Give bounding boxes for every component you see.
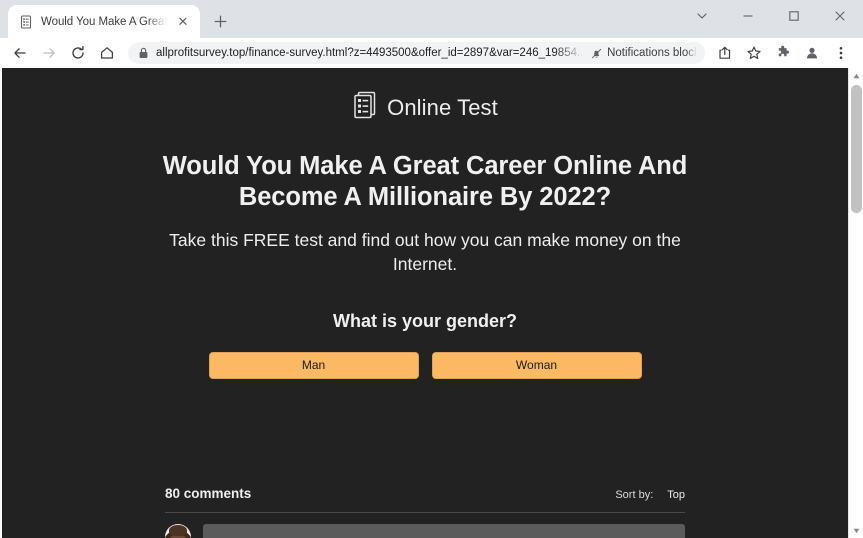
profile-button[interactable] [798, 39, 826, 67]
answer-button-woman[interactable]: Woman [431, 351, 642, 379]
site-brand: Online Test [149, 90, 702, 125]
answer-button-man[interactable]: Man [208, 351, 419, 379]
comments-section: 80 comments Sort by: Top [165, 486, 685, 538]
page-title: Would You Make A Great Career Online And… [162, 152, 688, 212]
browser-toolbar: allprofitsurvey.top/finance-survey.html?… [0, 38, 863, 68]
comments-header: 80 comments Sort by: Top [165, 486, 685, 512]
new-tab-button[interactable] [206, 7, 234, 35]
clipboard-checklist-icon [352, 90, 378, 125]
page-subtitle: Take this FREE test and find out how you… [169, 230, 681, 275]
url-text: allprofitsurvey.top/finance-survey.html?… [156, 47, 584, 59]
comments-sort[interactable]: Sort by: Top [615, 489, 685, 501]
three-dot-menu-icon [839, 46, 843, 60]
share-icon [719, 46, 731, 59]
reload-icon [72, 45, 84, 59]
back-button[interactable] [6, 39, 34, 67]
survey-answers: Man Woman [149, 351, 702, 379]
document-favicon [18, 14, 34, 30]
page-scrollbar[interactable] [848, 68, 863, 538]
bookmark-button[interactable] [740, 39, 768, 67]
comment-input[interactable] [203, 523, 685, 538]
close-icon[interactable]: ✕ [174, 13, 192, 31]
user-photo-avatar [165, 523, 191, 538]
forward-button[interactable] [35, 39, 63, 67]
tab-strip: Would You Make A Great Career ✕ [0, 0, 863, 38]
minimize-icon [743, 15, 753, 17]
minimize-button[interactable] [725, 0, 771, 32]
survey-page: Online Test Would You Make A Great Caree… [2, 68, 848, 538]
forward-arrow-icon [43, 48, 55, 58]
star-icon [747, 46, 761, 60]
puzzle-piece-icon [778, 45, 789, 57]
reload-button[interactable] [64, 39, 92, 67]
tab-title: Would You Make A Great Career [41, 15, 167, 28]
close-window-button[interactable] [817, 0, 863, 32]
home-button[interactable] [93, 39, 121, 67]
page-content: Online Test Would You Make A Great Caree… [149, 90, 702, 538]
browser-menu-button[interactable] [827, 39, 855, 67]
profile-avatar-icon [806, 47, 818, 59]
scrollbar-thumb[interactable] [850, 85, 862, 213]
scroll-up-arrow-icon[interactable] [849, 68, 863, 83]
notifications-blocked-chip[interactable]: Notifications blocked [591, 47, 697, 60]
scrollbar-track[interactable] [849, 83, 863, 523]
brand-name: Online Test [387, 94, 498, 120]
sort-by-label: Sort by: [615, 488, 654, 501]
chevron-down-icon [697, 13, 707, 19]
address-bar[interactable]: allprofitsurvey.top/finance-survey.html?… [128, 42, 705, 64]
page-viewport: Online Test Would You Make A Great Caree… [0, 68, 863, 538]
window-controls [679, 0, 863, 38]
notifications-blocked-icon [591, 48, 602, 58]
browser-tab[interactable]: Would You Make A Great Career ✕ [8, 5, 200, 38]
plus-icon [214, 15, 226, 27]
close-icon [835, 11, 845, 21]
share-button[interactable] [711, 39, 739, 67]
browser-window: Would You Make A Great Career ✕ [0, 0, 863, 538]
notifications-blocked-label: Notifications blocked [607, 47, 697, 59]
lock-icon[interactable] [138, 47, 149, 59]
maximize-button[interactable] [771, 0, 817, 32]
tab-search-button[interactable] [679, 0, 725, 32]
maximize-icon [789, 11, 799, 21]
comment-composer [165, 513, 685, 538]
extensions-button[interactable] [769, 39, 797, 67]
survey-question: What is your gender? [332, 310, 518, 331]
sort-by-value[interactable]: Top [667, 489, 685, 501]
scroll-down-arrow-icon[interactable] [849, 523, 863, 538]
back-arrow-icon [14, 48, 26, 58]
home-icon [100, 47, 114, 59]
comments-count: 80 comments [165, 485, 252, 501]
